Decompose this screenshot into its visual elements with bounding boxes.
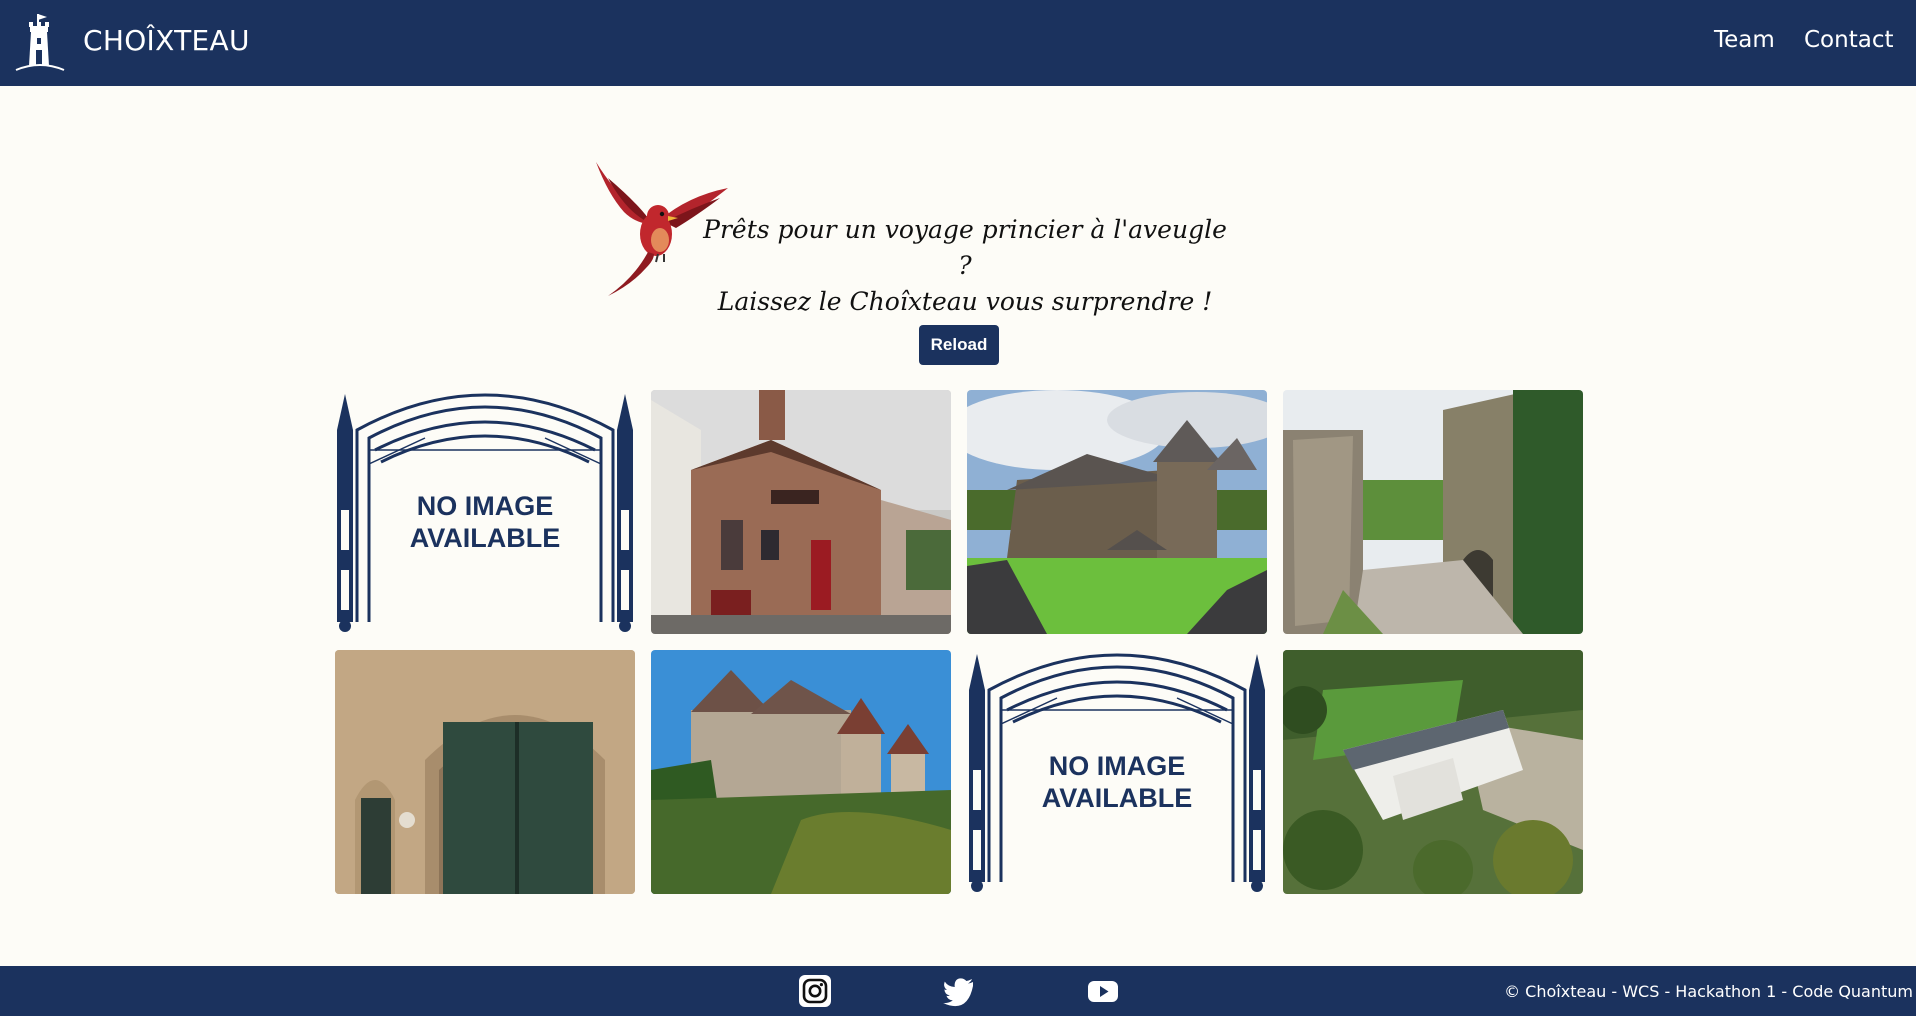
gothic-doorway-photo xyxy=(335,650,635,894)
no-image-line-1: NO IMAGE xyxy=(1048,751,1186,781)
stone-castle-photo xyxy=(967,390,1267,634)
reload-button[interactable]: Reload xyxy=(919,325,999,365)
ruined-towers-photo xyxy=(1283,390,1583,634)
instagram-icon[interactable] xyxy=(798,974,832,1008)
gallery-card-photo[interactable] xyxy=(651,650,951,894)
gallery-card-photo[interactable] xyxy=(335,650,635,894)
gallery-card-photo[interactable] xyxy=(967,390,1267,634)
no-image-text: NO IMAGE AVAILABLE xyxy=(967,750,1267,814)
footer: © Choîxteau - WCS - Hackathon 1 - Code Q… xyxy=(0,966,1916,1016)
no-image-line-2: AVAILABLE xyxy=(409,523,561,553)
nav-link-team[interactable]: Team xyxy=(1714,27,1775,53)
gallery-card-photo[interactable] xyxy=(1283,650,1583,894)
castle-tower-logo-icon[interactable] xyxy=(14,10,66,74)
youtube-icon[interactable] xyxy=(1086,974,1120,1008)
nav-link-contact[interactable]: Contact xyxy=(1804,27,1893,53)
twitter-icon[interactable] xyxy=(942,974,976,1008)
gallery-card-no-image[interactable]: NO IMAGE AVAILABLE xyxy=(967,650,1267,894)
gallery-card-no-image[interactable]: NO IMAGE AVAILABLE xyxy=(335,390,635,634)
hero-tagline: Prêts pour un voyage princier à l'aveugl… xyxy=(700,212,1230,320)
tagline-line-1: Prêts pour un voyage princier à l'aveugl… xyxy=(703,215,1227,280)
gallery-card-photo[interactable] xyxy=(1283,390,1583,634)
restaurant-building-photo xyxy=(651,390,951,634)
gallery-card-photo[interactable] xyxy=(651,390,951,634)
no-image-line-1: NO IMAGE xyxy=(416,491,554,521)
tagline-line-2: Laissez le Choîxteau vous surprendre ! xyxy=(717,287,1213,316)
chateau-with-towers-photo xyxy=(651,650,951,894)
no-image-line-2: AVAILABLE xyxy=(1041,783,1193,813)
brand-name[interactable]: CHOÎXTEAU xyxy=(83,24,250,57)
no-image-text: NO IMAGE AVAILABLE xyxy=(335,490,635,554)
aerial-manor-photo xyxy=(1283,650,1583,894)
copyright-text: © Choîxteau - WCS - Hackathon 1 - Code Q… xyxy=(1504,982,1913,1001)
top-navbar: CHOÎXTEAU Team Contact xyxy=(0,0,1916,86)
